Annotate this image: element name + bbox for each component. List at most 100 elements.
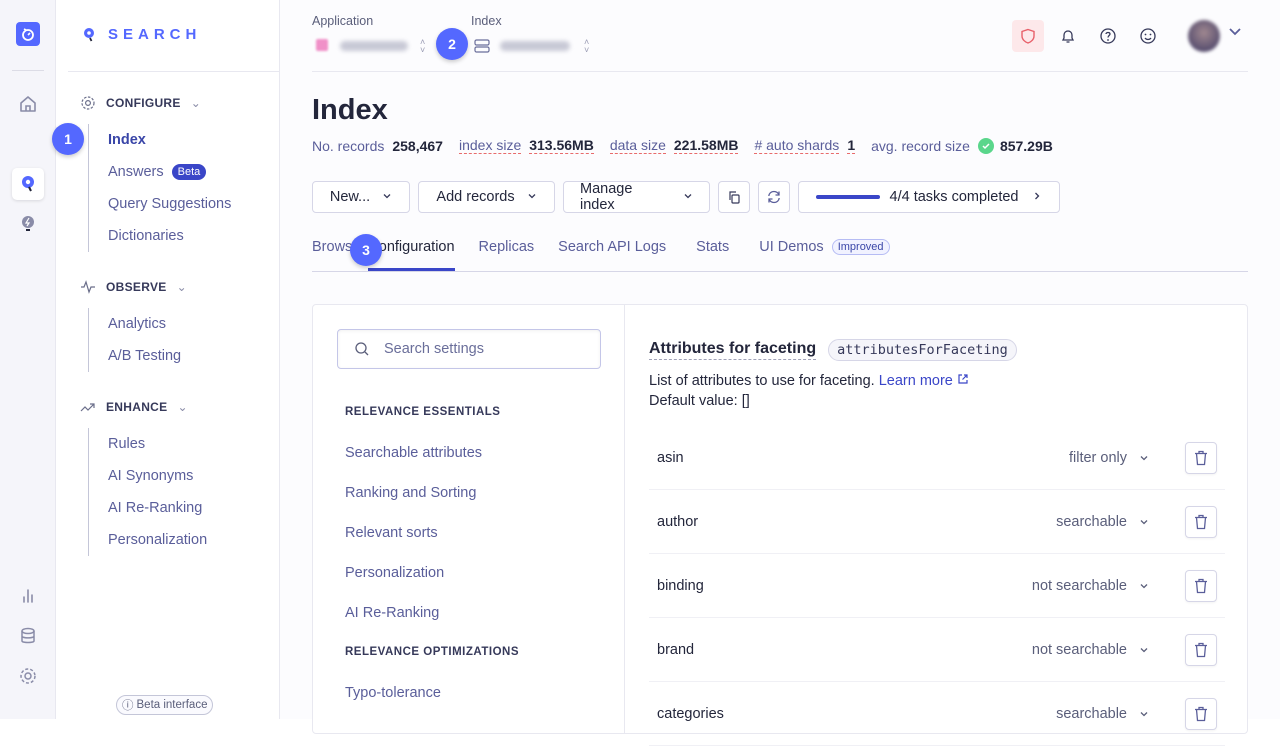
facet-row: author searchable xyxy=(649,490,1225,554)
manage-index-button[interactable]: Manage index xyxy=(563,181,710,213)
index-stack-icon xyxy=(474,39,490,53)
add-records-button[interactable]: Add records xyxy=(418,181,555,213)
default-value: Default value: [] xyxy=(649,393,750,409)
section-configure[interactable]: CONFIGURE ⌄ xyxy=(80,95,201,111)
tab-replicas[interactable]: Replicas xyxy=(479,226,535,268)
trash-icon xyxy=(1195,642,1207,657)
nav-item-dictionaries[interactable]: Dictionaries xyxy=(108,220,231,252)
learn-more-label: Learn more xyxy=(878,373,953,389)
application-selector[interactable]: ˄ ˅ xyxy=(312,36,436,56)
setting-code: attributesForFaceting xyxy=(828,339,1017,361)
tab-label: Stats xyxy=(696,239,730,255)
category-relevance-essentials: RELEVANCE ESSENTIALS xyxy=(345,406,501,418)
setting-link[interactable]: Typo-tolerance xyxy=(345,685,441,701)
nav-item-query-suggestions[interactable]: Query Suggestions xyxy=(108,188,231,220)
beta-badge: Beta xyxy=(171,164,207,180)
bell-icon[interactable] xyxy=(1052,20,1084,52)
button-label: New... xyxy=(329,189,371,205)
index-name-redacted xyxy=(500,41,570,51)
external-link-icon xyxy=(958,374,968,384)
nav-item-rules[interactable]: Rules xyxy=(108,428,207,460)
nav-item-label: AI Synonyms xyxy=(108,468,194,484)
delete-facet-button[interactable] xyxy=(1185,697,1217,730)
index-label: Index xyxy=(471,14,502,28)
avatar xyxy=(1188,20,1220,52)
tasks-progress-button[interactable]: 4/4 tasks completed xyxy=(798,181,1060,213)
tab-ui-demos[interactable]: UI Demos Improved xyxy=(759,226,890,268)
security-shield-icon[interactable] xyxy=(1012,20,1044,52)
configure-group: Index Answers Beta Query Suggestions Dict… xyxy=(88,124,231,252)
copy-index-button[interactable] xyxy=(718,181,750,213)
section-title: OBSERVE xyxy=(106,280,167,294)
facet-mode-select[interactable]: not searchable xyxy=(1032,642,1149,658)
trash-icon xyxy=(1195,578,1207,593)
help-icon[interactable] xyxy=(1092,20,1124,52)
delete-facet-button[interactable] xyxy=(1185,569,1217,602)
facet-mode-select[interactable]: filter only xyxy=(1069,450,1149,466)
section-enhance[interactable]: ENHANCE ⌄ xyxy=(80,399,188,415)
data-size-label[interactable]: data size xyxy=(609,137,666,154)
setting-link[interactable]: Searchable attributes xyxy=(345,445,482,461)
chevron-down-icon xyxy=(1228,24,1242,43)
section-observe[interactable]: OBSERVE ⌄ xyxy=(80,279,187,295)
setting-link[interactable]: Ranking and Sorting xyxy=(345,485,476,501)
index-size-value: 313.56MB xyxy=(529,137,594,154)
nav-item-label: Personalization xyxy=(108,532,208,548)
setting-link[interactable]: AI Re-Ranking xyxy=(345,605,439,621)
nav-item-ai-re-ranking[interactable]: AI Re-Ranking xyxy=(108,492,207,524)
index-stats: No. records 258,467 index size 313.56MB … xyxy=(312,137,1053,154)
shards-label[interactable]: # auto shards xyxy=(754,137,840,154)
nav-item-ai-synonyms[interactable]: AI Synonyms xyxy=(108,460,207,492)
analytics-icon[interactable] xyxy=(14,582,42,610)
nav-sidebar: SEARCH CONFIGURE ⌄ Index Answers Beta Que… xyxy=(56,0,280,719)
nav-item-label: Dictionaries xyxy=(108,228,184,244)
setting-title: Attributes for faceting xyxy=(649,340,817,360)
nav-item-answers[interactable]: Answers Beta xyxy=(108,156,231,188)
improved-badge: Improved xyxy=(831,239,890,255)
delete-facet-button[interactable] xyxy=(1185,441,1217,474)
chevron-down-icon xyxy=(1140,647,1148,652)
ai-bulb-icon[interactable] xyxy=(14,210,42,238)
tab-label: Brows xyxy=(312,239,353,255)
description-text: List of attributes to use for faceting. xyxy=(649,373,875,389)
new-button[interactable]: New... xyxy=(312,181,410,213)
enhance-group: Rules AI Synonyms AI Re-Ranking Personal… xyxy=(88,428,207,556)
nav-item-ab-testing[interactable]: A/B Testing xyxy=(108,340,181,372)
facet-mode-select[interactable]: searchable xyxy=(1056,514,1149,530)
feedback-smiley-icon[interactable] xyxy=(1132,20,1164,52)
search-settings-input[interactable]: Search settings xyxy=(337,329,601,369)
tab-browse[interactable]: Brows xyxy=(312,226,352,268)
tab-stats[interactable]: Stats xyxy=(696,226,729,268)
delete-facet-button[interactable] xyxy=(1185,633,1217,666)
help-circle-icon: ⓘ xyxy=(122,700,134,712)
gear-icon xyxy=(81,96,95,110)
delete-facet-button[interactable] xyxy=(1185,505,1217,538)
nav-item-personalization[interactable]: Personalization xyxy=(108,524,207,556)
index-selector[interactable]: ˄ ˅ xyxy=(474,36,608,56)
product-logo[interactable]: SEARCH xyxy=(82,26,201,43)
facet-mode: not searchable xyxy=(1031,577,1127,594)
logo-text: SEARCH xyxy=(108,26,202,43)
index-size-label[interactable]: index size xyxy=(458,137,522,154)
database-icon[interactable] xyxy=(14,622,42,650)
setting-link[interactable]: Personalization xyxy=(345,565,444,581)
observe-group: Analytics A/B Testing xyxy=(88,308,181,372)
facet-mode-select[interactable]: searchable xyxy=(1056,706,1149,722)
page-title: Index xyxy=(312,94,388,126)
learn-more-link[interactable]: Learn more xyxy=(879,373,969,389)
tab-search-api-logs[interactable]: Search API Logs xyxy=(558,226,666,268)
refresh-button[interactable] xyxy=(758,181,790,213)
trash-icon xyxy=(1195,706,1207,721)
beta-interface-toggle[interactable]: ⓘ Beta interface xyxy=(116,695,214,715)
facet-mode: not searchable xyxy=(1031,641,1127,658)
facet-mode-select[interactable]: not searchable xyxy=(1032,578,1149,594)
settings-icon[interactable] xyxy=(14,662,42,690)
setting-link[interactable]: Relevant sorts xyxy=(345,525,438,541)
user-menu[interactable] xyxy=(1186,18,1250,54)
nav-item-index[interactable]: Index xyxy=(108,124,231,156)
nav-item-analytics[interactable]: Analytics xyxy=(108,308,181,340)
search-product-icon[interactable] xyxy=(12,168,44,200)
updown-chevron-icon: ˄ ˅ xyxy=(584,37,590,55)
home-icon[interactable] xyxy=(14,90,42,118)
app-logo-icon[interactable] xyxy=(16,22,40,46)
